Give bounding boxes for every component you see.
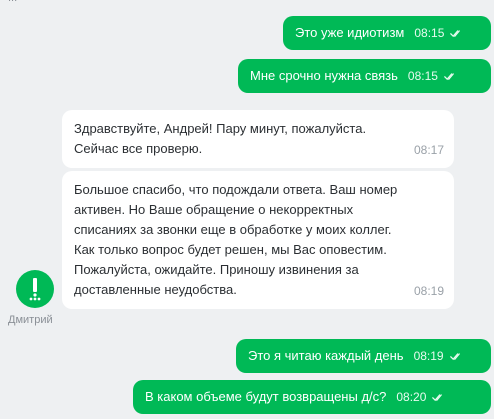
message-time: 08:19 [413,349,444,363]
outgoing-message: В каком объеме будут возвращены д/с? 08:… [133,380,491,414]
message-text: Здравствуйте, Андрей! Пару минут, пожалу… [74,121,367,156]
message-meta: 08:20 [396,387,444,407]
message-text: Большое спасибо, что подождали ответа. В… [74,182,398,297]
agent-name: Дмитрий [8,314,53,326]
message-time: 08:17 [413,143,444,157]
incoming-message: Большое спасибо, что подождали ответа. В… [62,171,454,309]
outgoing-message: Мне срочно нужна связь 08:15 [238,59,491,93]
outgoing-message: Это уже идиотизм 08:15 [283,16,491,50]
message-time: 08:15 [414,26,445,40]
operator-logo-icon [29,278,41,301]
cut-off-sender-label: ... [8,0,17,4]
message-text: Это уже идиотизм [295,25,405,40]
message-meta: 08:19 [414,346,462,366]
double-check-icon [444,72,454,80]
message-text: В каком объеме будут возвращены д/с? [145,389,387,404]
agent-avatar [16,270,54,308]
double-check-icon [449,352,460,360]
message-time: 08:20 [396,390,427,404]
message-time: 08:15 [407,69,438,83]
incoming-message: Здравствуйте, Андрей! Пару минут, пожалу… [62,110,454,168]
message-text: Мне срочно нужна связь [250,68,398,83]
message-time: 08:19 [413,284,444,298]
outgoing-message: Это я читаю каждый день 08:19 [236,339,491,373]
message-meta: 08:15 [414,23,462,43]
chat-thread: ... Это уже идиотизм 08:15 Мне срочно ну… [0,0,494,419]
double-check-icon [450,29,461,37]
message-text: Это я читаю каждый день [248,348,404,363]
double-check-icon [432,393,443,401]
message-meta: 08:15 [408,66,456,86]
